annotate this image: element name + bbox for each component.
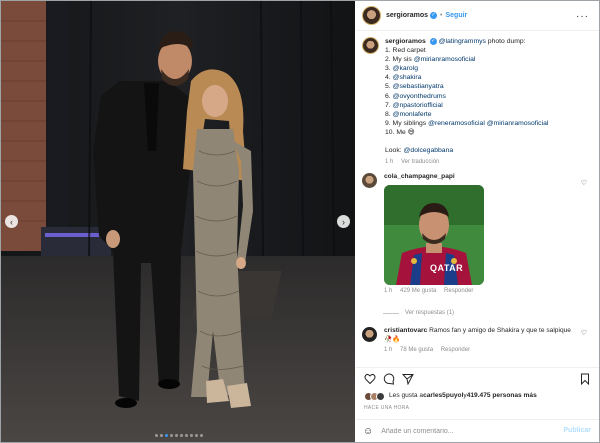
carousel-dot	[185, 434, 188, 437]
caption-mention[interactable]: @npastoriofficial	[393, 102, 443, 109]
save-bookmark-icon[interactable]	[579, 373, 591, 385]
action-bar	[356, 367, 599, 387]
liker-username[interactable]: carles5puyol	[423, 392, 463, 401]
post-photo[interactable]: ‹ ›	[1, 1, 355, 442]
author-avatar[interactable]	[362, 6, 381, 25]
caption-mention[interactable]: @reneramosoficial @mirianramosoficial	[428, 120, 548, 127]
caption-mention[interactable]: @monlaferte	[393, 111, 432, 118]
post-caption: sergioramos ✓ @latingrammys photo dump: …	[362, 37, 594, 166]
likes-summary: Les gusta a carles5puyol y 419.475 perso…	[364, 392, 537, 401]
comment-likes[interactable]: 429 Me gusta	[400, 288, 436, 294]
carousel-dot	[160, 434, 163, 437]
caption-mention[interactable]: @karolg	[393, 65, 418, 72]
caption-mention[interactable]: @sebastianyatra	[393, 83, 444, 90]
chevron-left-icon: ‹	[10, 216, 13, 227]
verified-badge-icon: ✓	[429, 37, 437, 45]
post-sidebar: sergioramos ✓ • Seguir ··· sergioramos ✓…	[356, 1, 599, 442]
author-username[interactable]: sergioramos	[386, 11, 428, 20]
carousel-dot	[170, 434, 173, 437]
comment-body: cristiantovarc Ramos fan y amigo de Shak…	[384, 327, 571, 355]
comment-emojis: 🥀🔥	[384, 335, 401, 343]
emoji-smiley-icon[interactable]: ☺	[363, 425, 373, 438]
see-translation-link[interactable]: Ver traducción	[401, 159, 439, 165]
carousel-dot	[195, 434, 198, 437]
reply-button[interactable]: Responder	[444, 288, 473, 294]
separator-dot: •	[440, 11, 443, 19]
comment-gif[interactable]: QATAR	[384, 184, 484, 285]
comment-age: 1 h	[384, 287, 393, 294]
carousel-dots	[155, 434, 203, 437]
follow-button[interactable]: Seguir	[445, 11, 467, 20]
caption-intro-text: photo dump:	[485, 38, 526, 45]
like-heart-icon[interactable]	[364, 373, 376, 385]
liker-avatar[interactable]	[376, 392, 385, 401]
caption-body: sergioramos ✓ @latingrammys photo dump: …	[385, 37, 548, 166]
caption-mention[interactable]: @shakira	[393, 74, 422, 81]
replies-divider	[383, 313, 399, 315]
caption-look: Look: @dolcegabbana	[385, 147, 454, 155]
comment-likes[interactable]: 78 Me gusta	[400, 347, 433, 353]
comment-meta: 1 h 78 Me gusta Responder	[384, 347, 571, 355]
comment-item: cristiantovarc Ramos fan y amigo de Shak…	[362, 327, 594, 355]
previous-photo-button[interactable]: ‹	[5, 215, 18, 228]
comment-meta: 1 h 429 Me gusta Responder	[384, 288, 484, 296]
likes-count[interactable]: 419.475 personas más	[467, 392, 537, 401]
caption-line: 3. @karolg	[385, 65, 418, 73]
carousel-dot	[180, 434, 183, 437]
gif-text: QATAR	[430, 262, 464, 273]
caption-username[interactable]: sergioramos	[385, 38, 426, 45]
carousel-dot	[200, 434, 203, 437]
heart-outline-icon[interactable]: ♡	[581, 179, 587, 188]
carousel-dot	[155, 434, 158, 437]
commenter-username[interactable]: cristiantovarc	[384, 327, 427, 334]
post-header: sergioramos ✓ • Seguir ···	[356, 1, 599, 31]
caption-mention[interactable]: @dolcegabbana	[404, 147, 454, 154]
carousel-dot-active	[165, 434, 168, 437]
verified-badge-icon: ✓	[430, 12, 438, 19]
likes-prefix: Les gusta a	[389, 392, 424, 400]
commenter-username[interactable]: cola_champagne_papi	[384, 173, 455, 180]
more-options-icon[interactable]: ···	[576, 10, 589, 23]
heart-outline-icon[interactable]: ♡	[581, 329, 587, 338]
post-time: HACE UNA HORA	[364, 405, 410, 411]
comment-input[interactable]	[381, 427, 552, 435]
caption-line: 8. @monlaferte	[385, 110, 432, 118]
comment-item: cola_champagne_papi QATAR 1 h 429 Me gus…	[362, 173, 594, 295]
caption-line: 10. Me 😄	[385, 128, 415, 136]
caption-mention[interactable]: @ovyonthedrums	[393, 93, 446, 100]
caption-author-avatar[interactable]	[362, 37, 379, 54]
carousel-dot	[175, 434, 178, 437]
next-photo-button[interactable]: ›	[337, 215, 350, 228]
caption-line: 9. My siblings @reneramosoficial @mirian…	[385, 119, 549, 127]
commenter-avatar[interactable]	[362, 173, 377, 188]
comment-age: 1 h	[384, 347, 393, 354]
caption-line: 1. Red carpet	[385, 47, 426, 55]
comment-body: cola_champagne_papi QATAR 1 h 429 Me gus…	[384, 173, 484, 295]
carousel-dot	[190, 434, 193, 437]
publish-button[interactable]: Publicar	[563, 426, 591, 435]
caption-line: 2. My sis @mirianramosoficial	[385, 56, 476, 64]
chevron-right-icon: ›	[342, 216, 345, 227]
caption-line: 4. @shakira	[385, 74, 422, 82]
event-photo	[1, 1, 355, 442]
reply-button[interactable]: Responder	[441, 347, 470, 353]
caption-line: 7. @npastoriofficial	[385, 101, 443, 109]
caption-mention[interactable]: @mirianramosoficial	[414, 56, 476, 63]
add-comment-bar: ☺ Publicar	[356, 419, 599, 442]
caption-intro-mention[interactable]: @latingrammys	[439, 38, 486, 45]
caption-meta: 1 h Ver traducción	[385, 158, 548, 166]
smile-emoji: 😄	[407, 128, 415, 136]
view-replies[interactable]: Ver respuestas (1)	[383, 310, 454, 318]
caption-age: 1 h	[385, 159, 394, 166]
comment-text: Ramos fan y amigo de Shakira y que te sa…	[429, 327, 571, 334]
caption-line: 5. @sebastianyatra	[385, 83, 444, 91]
commenter-avatar[interactable]	[362, 327, 377, 342]
share-paper-plane-icon[interactable]	[402, 373, 414, 385]
caption-line: 6. @ovyonthedrums	[385, 92, 446, 100]
comment-bubble-icon[interactable]	[383, 373, 395, 385]
